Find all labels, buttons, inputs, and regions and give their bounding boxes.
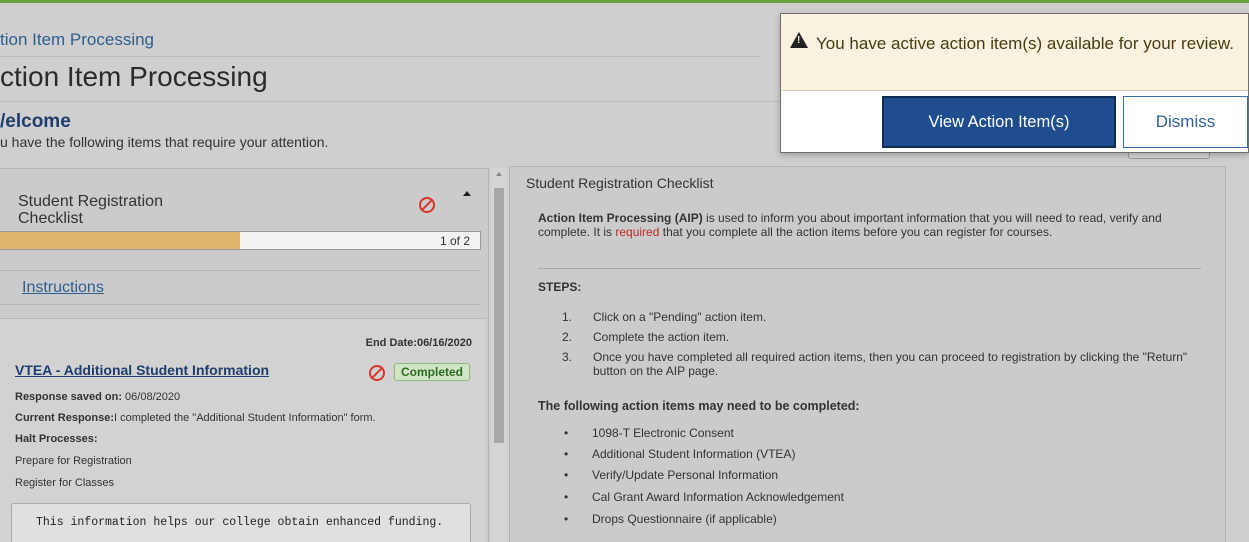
checklist-title[interactable]: Student Registration Checklist: [18, 193, 218, 227]
detail-heading: Student Registration Checklist: [526, 175, 714, 191]
progress-label: 1 of 2: [439, 234, 470, 248]
halt-process-item: Prepare for Registration: [15, 455, 132, 467]
response-saved-value: 06/08/2020: [125, 391, 181, 403]
divider: [0, 270, 481, 271]
halt-process-item: Register for Classes: [15, 477, 115, 489]
page-title: ction Item Processing: [0, 61, 268, 92]
divider: [0, 56, 760, 57]
not-allowed-icon: [369, 365, 385, 381]
scroll-thumb[interactable]: [494, 188, 504, 443]
scroll-up-arrow-icon[interactable]: [496, 172, 502, 176]
dismiss-button[interactable]: Dismiss: [1123, 96, 1248, 148]
notification-popup: You have active action item(s) available…: [780, 13, 1249, 153]
current-response: Current Response:I completed the "Additi…: [15, 412, 376, 424]
instructions-link[interactable]: Instructions: [22, 279, 104, 297]
status-badge: Completed: [394, 363, 471, 381]
following-items-label: The following action items may need to b…: [538, 399, 860, 413]
intro-paragraph: Action Item Processing (AIP) is used to …: [538, 211, 1162, 239]
not-allowed-icon: [419, 197, 435, 213]
progress-bar: 1 of 2: [0, 231, 481, 250]
divider: [0, 304, 481, 305]
warning-icon: [790, 32, 808, 48]
current-response-value: I completed the "Additional Student Info…: [114, 412, 376, 424]
notification-message: You have active action item(s) available…: [816, 34, 1234, 53]
scrollbar[interactable]: [491, 168, 507, 542]
steps-label: STEPS:: [538, 280, 582, 294]
notification-message-area: You have active action item(s) available…: [781, 14, 1248, 90]
response-saved: Response saved on: 06/08/2020: [15, 391, 180, 403]
info-text-box: This information helps our college obtai…: [11, 503, 471, 542]
end-date: End Date:06/16/2020: [365, 337, 472, 349]
action-item-title-link[interactable]: VTEA - Additional Student Information: [15, 362, 269, 378]
detail-panel: Student Registration Checklist Action It…: [509, 166, 1226, 542]
breadcrumb[interactable]: tion Item Processing: [0, 30, 760, 50]
response-saved-label: Response saved on:: [15, 391, 122, 403]
view-action-items-button[interactable]: View Action Item(s): [882, 96, 1116, 148]
action-item-card[interactable]: End Date:06/16/2020 VTEA - Additional St…: [0, 318, 486, 542]
divider: [781, 90, 1248, 91]
halt-processes-label: Halt Processes:: [15, 433, 98, 445]
welcome-heading: /elcome: [0, 111, 71, 132]
progress-fill: [0, 232, 240, 249]
collapse-caret-icon[interactable]: [463, 191, 471, 196]
welcome-subtitle: u have the following items that require …: [0, 134, 329, 150]
divider: [538, 268, 1201, 269]
required-text: required: [615, 225, 660, 239]
current-response-label: Current Response:: [15, 412, 115, 424]
checklist-panel: Student Registration Checklist 1 of 2 In…: [0, 168, 489, 542]
